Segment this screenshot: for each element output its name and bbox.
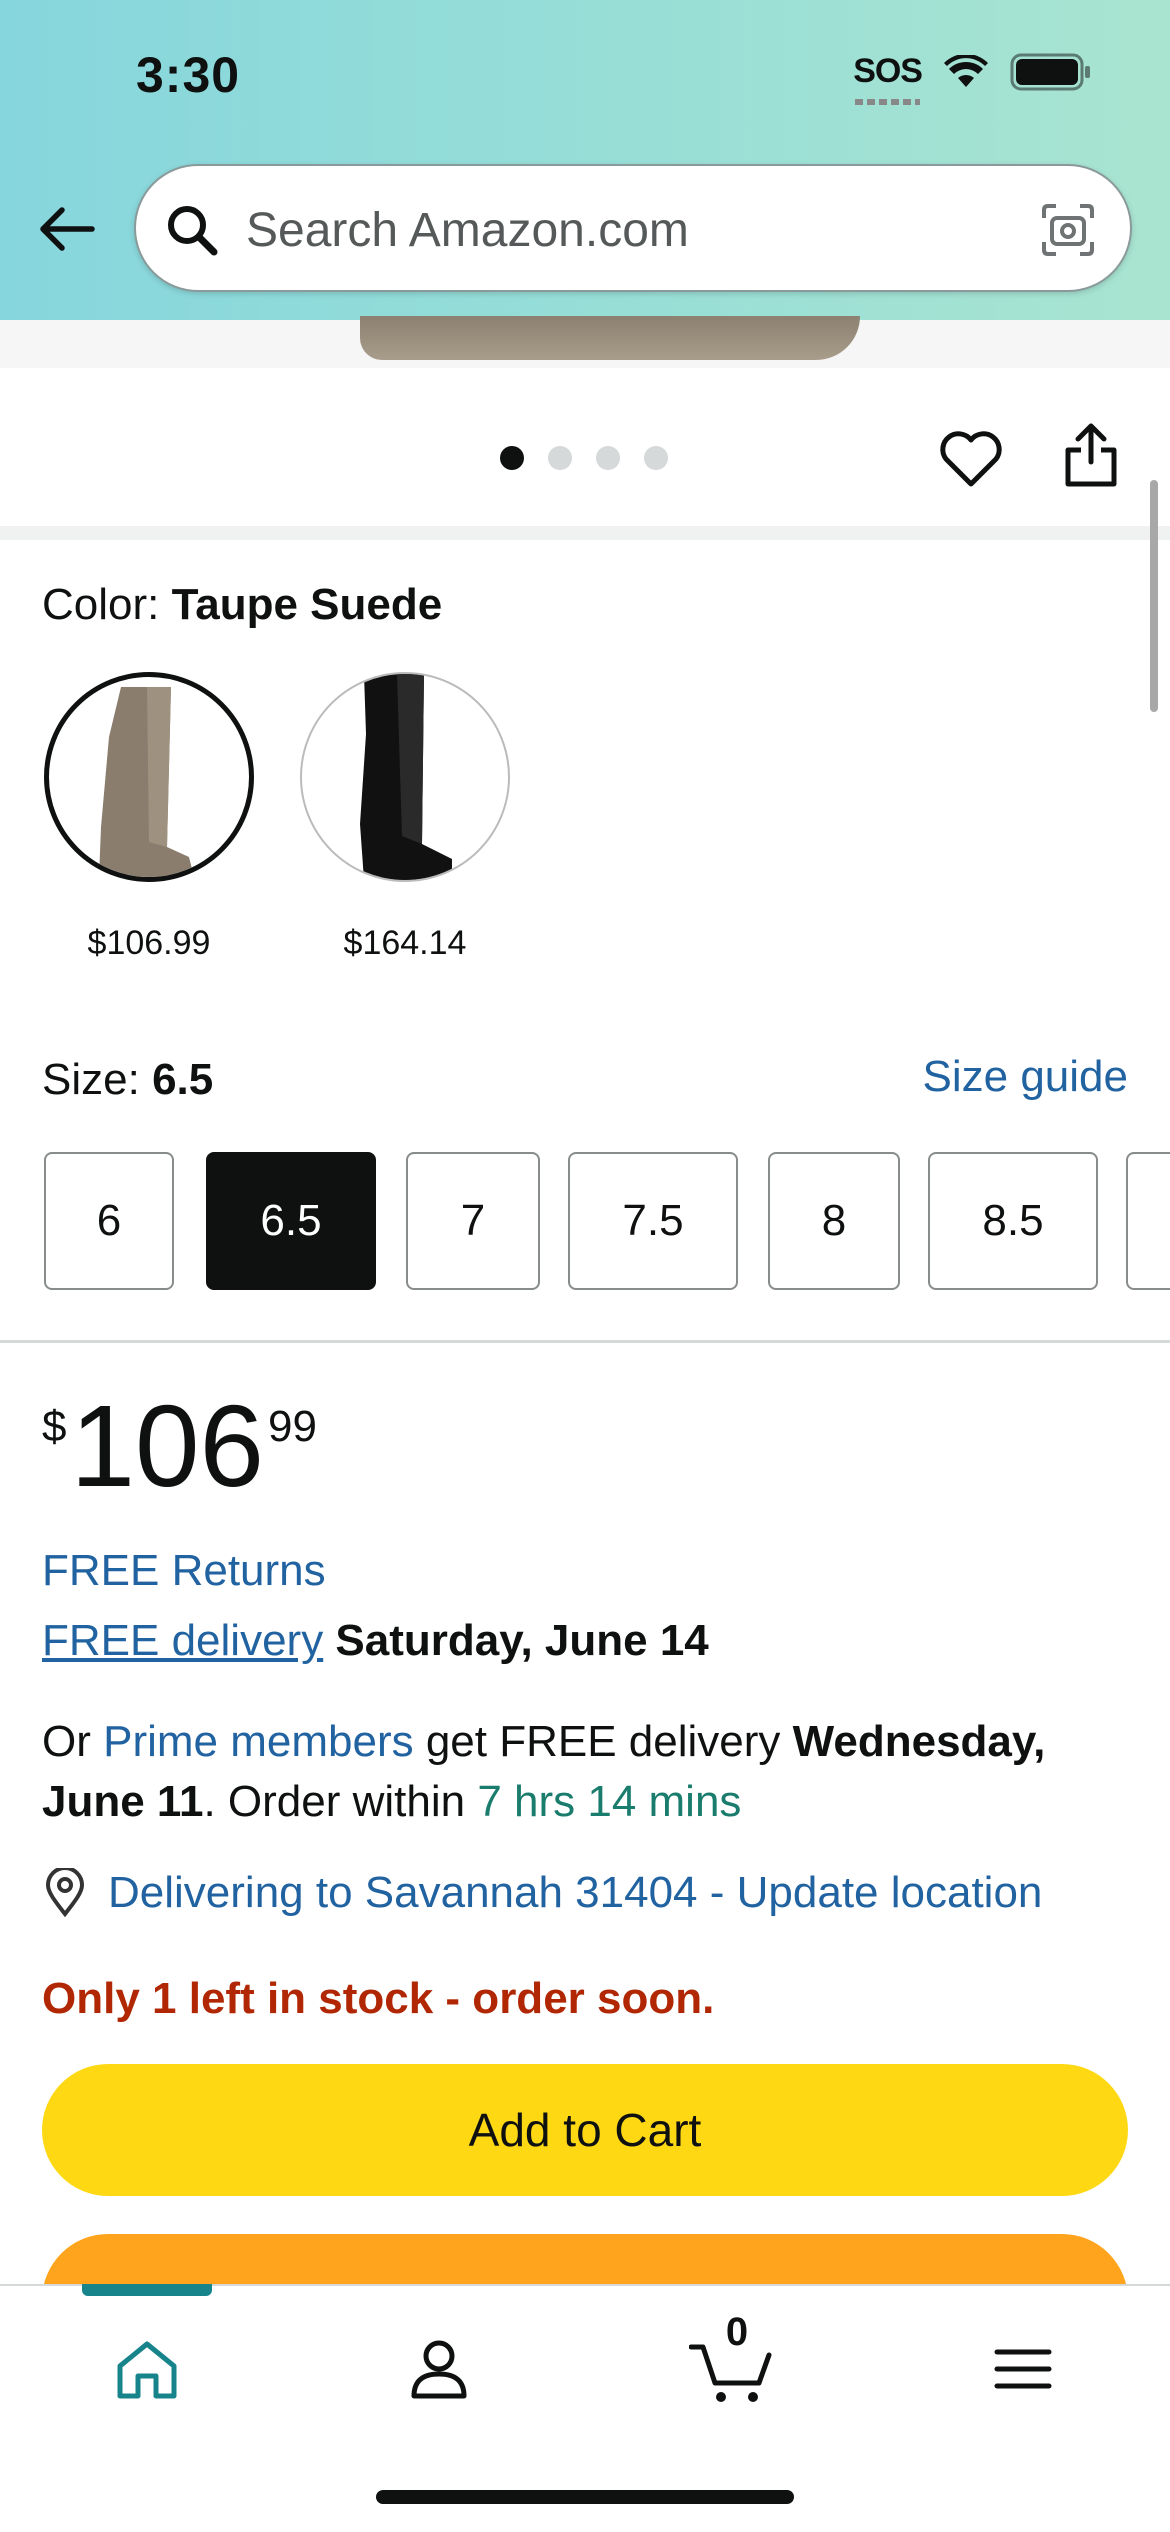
home-indicator[interactable] [376,2490,794,2504]
size-option[interactable]: 7.5 [568,1152,738,1290]
cart-count-badge: 0 [725,2310,749,2354]
selected-size: 6.5 [152,1055,214,1104]
size-option-partial[interactable] [1126,1152,1170,1290]
delivery-location-text[interactable]: Delivering to Savannah 31404 - Update lo… [108,1868,1042,1918]
boot-thumbnail [99,687,194,877]
delivery-location[interactable]: Delivering to Savannah 31404 - Update lo… [42,1868,1042,1918]
location-pin-icon [45,1868,85,1918]
size-option[interactable]: 6.5 [206,1152,376,1290]
nav-home[interactable] [102,2324,192,2414]
nav-menu[interactable] [978,2324,1068,2414]
size-label: Size: 6.5 [42,1055,214,1104]
section-divider [0,1340,1170,1343]
carousel-dot[interactable] [548,446,572,470]
delivery-date: Saturday, June 14 [335,1616,709,1665]
swatch-price: $164.14 [343,924,467,962]
prime-members-link[interactable]: Prime members [103,1717,414,1766]
status-icons: SOS [853,52,1092,105]
color-swatch-taupe[interactable] [44,672,254,882]
prime-delivery-info: Or Prime members get FREE delivery Wedne… [42,1717,1046,1826]
scrollbar[interactable] [1150,480,1158,712]
price-display: $ 106 99 [42,1381,317,1511]
size-option[interactable]: 8 [768,1152,900,1290]
search-bar[interactable] [134,164,1132,292]
heart-icon[interactable] [938,428,1004,490]
status-time: 3:30 [136,47,241,103]
nav-account[interactable] [394,2324,484,2414]
search-input[interactable] [246,188,1026,272]
battery-icon [1010,53,1090,90]
sos-indicator: SOS [853,52,923,105]
add-to-cart-button[interactable]: Add to Cart [42,2064,1128,2196]
nav-active-indicator [82,2284,212,2296]
section-divider [0,526,1170,540]
free-returns-link[interactable]: FREE Returns [42,1546,326,1596]
delivery-info: FREE delivery Saturday, June 14 [42,1616,709,1666]
person-icon [411,2340,467,2399]
color-label: Color: Taupe Suede [42,580,443,629]
size-guide-link[interactable]: Size guide [923,1052,1128,1102]
size-option[interactable]: 6 [44,1152,174,1290]
product-image-partial [360,316,860,360]
camera-search-icon[interactable] [1038,200,1098,260]
swatch-price: $106.99 [87,924,211,962]
wifi-icon [944,54,988,87]
boot-thumbnail [360,674,452,880]
carousel-dot[interactable] [596,446,620,470]
color-swatch-black[interactable] [300,672,510,882]
free-delivery-link[interactable]: FREE delivery [42,1616,323,1665]
carousel-dot[interactable] [644,446,668,470]
carousel-dots [500,446,668,470]
home-icon [117,2341,177,2399]
hamburger-menu-icon [994,2349,1052,2389]
back-arrow-icon[interactable] [34,196,100,262]
header-bar: 3:30 SOS [0,0,1170,320]
search-icon [168,206,218,256]
order-countdown: 7 hrs 14 mins [477,1777,742,1826]
size-option[interactable]: 8.5 [928,1152,1098,1290]
share-icon[interactable] [1062,420,1120,490]
selected-color: Taupe Suede [171,580,443,629]
size-option[interactable]: 7 [406,1152,540,1290]
stock-warning: Only 1 left in stock - order soon. [42,1974,715,2023]
carousel-dot[interactable] [500,446,524,470]
